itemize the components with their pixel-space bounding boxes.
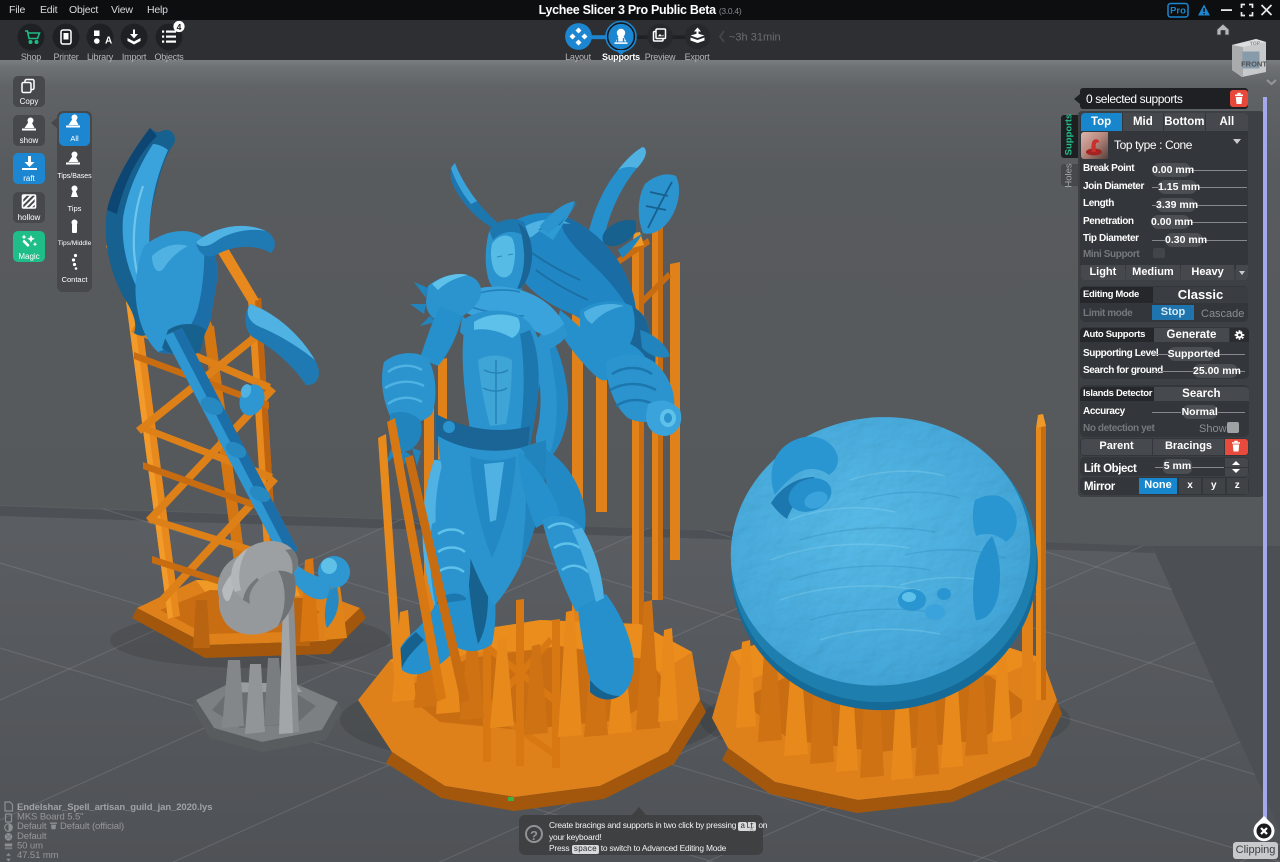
- svg-text:Default (official): Default (official): [60, 821, 124, 832]
- svg-text:Pro: Pro: [1170, 6, 1186, 17]
- svg-text:Contact: Contact: [62, 275, 89, 284]
- svg-text:~3h 31min: ~3h 31min: [729, 32, 781, 44]
- svg-text:Tips/Bases: Tips/Bases: [57, 173, 92, 180]
- svg-text:47.51 mm: 47.51 mm: [17, 850, 59, 861]
- svg-text:All: All: [70, 134, 79, 143]
- svg-text:Tips/Middle: Tips/Middle: [58, 240, 92, 247]
- svg-text:4: 4: [177, 22, 182, 32]
- svg-text:Tips: Tips: [68, 204, 82, 213]
- svg-text:TOP: TOP: [1250, 41, 1261, 48]
- svg-text:FRONT: FRONT: [1241, 60, 1267, 69]
- svg-text:A: A: [105, 36, 112, 47]
